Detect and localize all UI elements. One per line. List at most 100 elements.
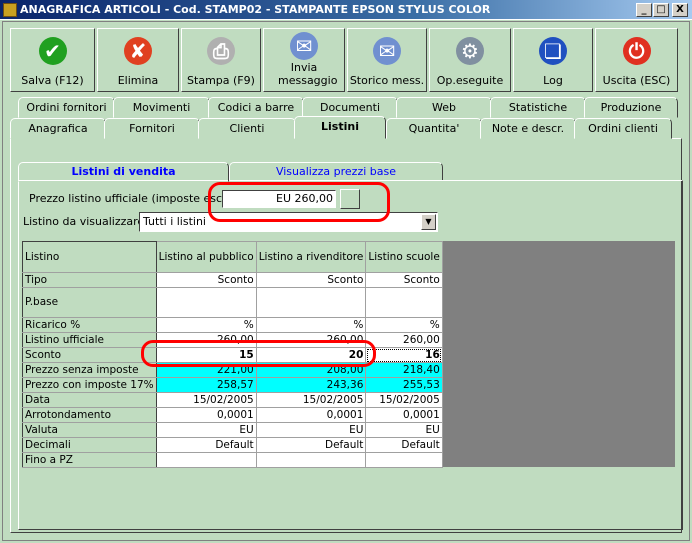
tab-note-e-descr-[interactable]: Note e descr. <box>480 118 576 139</box>
tab-ordini-clienti[interactable]: Ordini clienti <box>574 118 672 139</box>
check-icon: ✔ <box>38 37 67 65</box>
tab-statistiche[interactable]: Statistiche <box>490 97 586 118</box>
row-label: Listino ufficiale <box>22 332 157 348</box>
grid-cell[interactable]: 20 <box>255 347 367 363</box>
book-search-icon: ❏ <box>539 37 567 65</box>
toolbar-button-label: Elimina <box>117 74 159 87</box>
table-row: Fino a PZ <box>22 452 443 468</box>
tab-movimenti[interactable]: Movimenti <box>113 97 210 118</box>
title-bar: ANAGRAFICA ARTICOLI - Cod. STAMP02 - STA… <box>0 0 692 20</box>
grid-cell[interactable]: Sconto <box>365 272 443 288</box>
toolbar-button-1[interactable]: ✘ Elimina <box>97 28 179 92</box>
row-label: Arrotondamento <box>22 407 157 423</box>
row-label: Data <box>22 392 157 408</box>
toolbar-button-6[interactable]: ❏ Log <box>513 28 593 92</box>
tab-listini-di-vendita[interactable]: Listini di vendita <box>18 162 229 182</box>
toolbar-button-2[interactable]: ⎙ Stampa (F9) <box>181 28 261 92</box>
grid-cell[interactable]: 260,00 <box>365 332 443 348</box>
grid-cell[interactable]: 218,40 <box>365 362 443 378</box>
listino-select-value: Tutti i listini <box>143 215 206 228</box>
grid-cell[interactable]: Sconto <box>255 272 367 288</box>
listini-table: Listino Listino al pubblico Listino a rive… <box>22 241 443 468</box>
maximize-button[interactable]: □ <box>653 3 669 17</box>
grid-cell[interactable] <box>155 452 257 468</box>
table-row: Prezzo senza imposte 221,00 208,00 218,40 <box>22 362 443 378</box>
grid-cell[interactable]: EU <box>255 422 367 438</box>
toolbar-button-label: Salva (F12) <box>21 74 84 87</box>
grid-cell[interactable]: 243,36 <box>255 377 367 393</box>
grid-cell[interactable]: EU <box>365 422 443 438</box>
grid-header-cell: Listino al pubblico <box>155 241 257 273</box>
grid-cell[interactable]: Default <box>365 437 443 453</box>
listino-select-label: Listino da visualizzare : <box>23 215 152 228</box>
x-icon: ✘ <box>124 37 152 65</box>
grid-cell[interactable]: 260,00 <box>155 332 257 348</box>
grid-cell[interactable] <box>365 452 443 468</box>
grid-cell[interactable]: Sconto <box>155 272 257 288</box>
prezzo-input[interactable]: EU 260,00 <box>222 190 336 208</box>
grid-cell[interactable]: 258,57 <box>155 377 257 393</box>
tab-web[interactable]: Web <box>396 97 492 118</box>
grid-cell[interactable]: 255,53 <box>365 377 443 393</box>
tab-fornitori[interactable]: Fornitori <box>104 118 200 139</box>
row-label: Prezzo senza imposte <box>22 362 157 378</box>
grid-header-cell: Listino <box>22 241 157 273</box>
grid-cell[interactable]: 15/02/2005 <box>365 392 443 408</box>
listini-grid: Listino Listino al pubblico Listino a rive… <box>22 241 675 468</box>
tab-anagrafica[interactable]: Anagrafica <box>10 118 106 139</box>
grid-cell[interactable] <box>255 452 367 468</box>
grid-cell[interactable] <box>155 287 257 318</box>
grid-cell[interactable]: 16 <box>365 347 443 363</box>
grid-cell[interactable]: 15 <box>155 347 257 363</box>
grid-cell[interactable]: 221,00 <box>155 362 257 378</box>
printer-icon: ⎙ <box>207 37 235 65</box>
grid-cell[interactable]: % <box>365 317 443 333</box>
chevron-down-icon[interactable]: ▼ <box>421 214 436 230</box>
listino-select[interactable]: Tutti i listini ▼ <box>139 212 438 232</box>
row-label: Fino a PZ <box>22 452 157 468</box>
toolbar-button-label: Op.eseguite <box>436 74 504 87</box>
grid-cell[interactable]: Default <box>155 437 257 453</box>
toolbar-button-7[interactable]: ⏻ Uscita (ESC) <box>595 28 678 92</box>
toolbar-button-5[interactable]: ⚙ Op.eseguite <box>429 28 511 92</box>
toolbar-button-4[interactable]: ✉ Storico mess. <box>347 28 427 92</box>
grid-cell[interactable] <box>255 287 367 318</box>
row-label: Tipo <box>22 272 157 288</box>
toolbar-button-label: Stampa (F9) <box>187 74 255 87</box>
row-label: Prezzo con imposte 17% <box>22 377 157 393</box>
table-row: Data 15/02/2005 15/02/2005 15/02/2005 <box>22 392 443 408</box>
minimize-button[interactable]: _ <box>636 3 652 17</box>
toolbar-button-label: Storico mess. <box>349 74 425 87</box>
grid-cell[interactable]: % <box>155 317 257 333</box>
grid-cell[interactable]: 15/02/2005 <box>155 392 257 408</box>
row-label: Decimali <box>22 437 157 453</box>
table-row: Decimali Default Default Default <box>22 437 443 453</box>
grid-cell[interactable]: 0,0001 <box>155 407 257 423</box>
app-icon <box>3 3 17 17</box>
grid-cell[interactable]: 0,0001 <box>255 407 367 423</box>
tab-clienti[interactable]: Clienti <box>198 118 296 139</box>
toolbar-button-0[interactable]: ✔ Salva (F12) <box>10 28 95 92</box>
grid-cell[interactable]: EU <box>155 422 257 438</box>
grid-cell[interactable]: Default <box>255 437 367 453</box>
tab-visualizza-prezzi-base[interactable]: Visualizza prezzi base <box>229 162 443 181</box>
power-icon: ⏻ <box>622 37 651 65</box>
grid-cell[interactable]: 208,00 <box>255 362 367 378</box>
close-button[interactable]: X <box>672 3 688 17</box>
prezzo-button[interactable] <box>340 189 360 209</box>
grid-cell[interactable]: % <box>255 317 367 333</box>
table-row: Valuta EU EU EU <box>22 422 443 438</box>
grid-cell[interactable] <box>365 287 443 318</box>
grid-cell[interactable]: 15/02/2005 <box>255 392 367 408</box>
grid-header-cell: Listino scuole <box>365 241 443 273</box>
table-row: Listino ufficiale 260,00 260,00 260,00 <box>22 332 443 348</box>
grid-cell[interactable]: 260,00 <box>255 332 367 348</box>
tab-produzione[interactable]: Produzione <box>584 97 678 118</box>
tab-listini[interactable]: Listini <box>294 116 386 139</box>
tab-ordini-fornitori[interactable]: Ordini fornitori <box>18 97 115 118</box>
toolbar-button-3[interactable]: ✉ Invia messaggio <box>263 28 345 92</box>
tab-documenti[interactable]: Documenti <box>302 97 398 118</box>
tab-codici-a-barre[interactable]: Codici a barre <box>208 97 304 118</box>
tab-quantita-[interactable]: Quantita' <box>386 118 482 139</box>
grid-cell[interactable]: 0,0001 <box>365 407 443 423</box>
